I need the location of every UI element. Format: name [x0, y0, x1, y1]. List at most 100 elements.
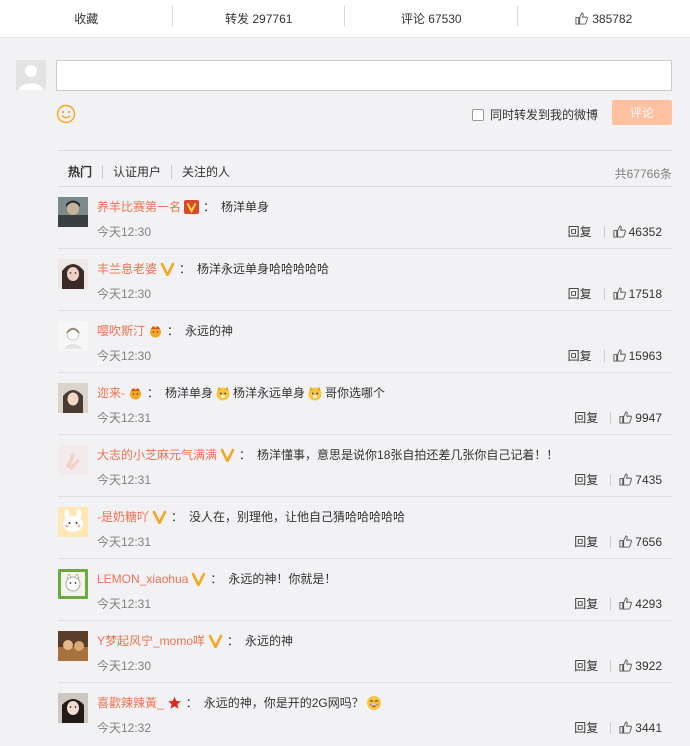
like-count: 9947 [635, 410, 662, 425]
username[interactable]: 养羊比赛第一名 [97, 199, 181, 215]
avatar[interactable] [58, 693, 88, 723]
comment-input[interactable] [56, 60, 672, 91]
comment-like-button[interactable]: 7435 [619, 473, 662, 487]
star-badge-icon [167, 696, 181, 709]
repost-label: 转发 297761 [225, 12, 293, 26]
comment-like-button[interactable]: 15963 [613, 349, 662, 363]
comment-like-button[interactable]: 9947 [619, 411, 662, 425]
thumbs-up-icon [619, 659, 633, 672]
doge-emoji-icon [216, 386, 230, 401]
tab-hot[interactable]: 热门 [68, 165, 102, 179]
comment-text: 杨洋单身 [221, 200, 270, 214]
comment-time: 今天12:30 [97, 225, 152, 239]
reply-button[interactable]: 回复 [574, 533, 598, 550]
comment-text: 杨洋永远单身 [233, 386, 306, 400]
reply-button[interactable]: 回复 [574, 719, 598, 736]
thumbs-up-icon [619, 535, 633, 548]
repost-option-label: 同时转发到我的微博 [490, 108, 599, 122]
comment-total: 共67766条 [614, 167, 672, 181]
comment-item: 养羊比赛第一名 ： 杨洋单身 今天12:30 回复 46352 [58, 187, 672, 249]
username[interactable]: 大志的小芝麻元气满满 [97, 447, 217, 463]
comment-item: -是奶糖吖 ： 没人在，别理他，让他自己猜哈哈哈哈哈 今天12:31 回复 76… [58, 497, 672, 559]
like-count: 7656 [635, 534, 662, 549]
avatar[interactable] [58, 631, 88, 661]
avatar[interactable] [58, 321, 88, 351]
reply-button[interactable]: 回复 [574, 471, 598, 488]
comment-like-button[interactable]: 46352 [613, 225, 662, 239]
reply-button[interactable]: 回复 [574, 657, 598, 674]
tab-verified[interactable]: 认证用户 [102, 165, 171, 179]
verified-v-icon [152, 510, 167, 524]
like-count: 15963 [628, 348, 662, 363]
comment-item: LEMON_xiaohua ： 永远的神！你就是！ 今天12:31 回复 429… [58, 559, 672, 621]
avatar[interactable] [58, 197, 88, 227]
favorite-label: 收藏 [74, 12, 99, 26]
submit-comment-button[interactable]: 评论 [612, 100, 672, 125]
verified-v-icon [160, 262, 175, 276]
reply-button[interactable]: 回复 [568, 223, 592, 240]
comment-item: 喜歡辣辣黃_ ： 永远的神，你是开的2G网吗？ 今天12:32 回复 3441 [58, 683, 672, 745]
username[interactable]: 迩来- [97, 385, 125, 401]
like-button[interactable]: 385782 [518, 0, 690, 37]
reply-button[interactable]: 回复 [574, 409, 598, 426]
thumbs-up-icon [619, 721, 633, 734]
repost-option[interactable]: 同时转发到我的微博 [472, 106, 598, 123]
thumbs-up-icon [613, 349, 626, 362]
comment-like-button[interactable]: 17518 [613, 287, 662, 301]
like-count: 46352 [628, 224, 662, 239]
avatar[interactable] [58, 259, 88, 289]
comment-text: 永远的神，你是开的2G网吗？ [203, 696, 364, 710]
thumbs-up-icon [613, 225, 626, 238]
thumbs-up-icon [619, 411, 633, 424]
comment-item: 丰兰息老婆 ： 杨洋永远单身哈哈哈哈哈 今天12:30 回复 17518 [58, 249, 672, 311]
comment-time: 今天12:30 [97, 659, 152, 673]
comment-text: 哥你选哪个 [325, 386, 386, 400]
verified-v-icon [208, 634, 223, 648]
favorite-button[interactable]: 收藏 [0, 0, 173, 37]
comment-text: 永远的神 [245, 634, 294, 648]
avatar[interactable] [58, 569, 88, 599]
username[interactable]: 嘤吹斯汀 [97, 323, 145, 339]
default-avatar-icon [16, 60, 46, 90]
doge-emoji-icon [308, 386, 322, 401]
comment-like-button[interactable]: 3922 [619, 659, 662, 673]
comment-like-button[interactable]: 3441 [619, 721, 662, 735]
like-count: 17518 [628, 286, 662, 301]
avatar[interactable] [58, 383, 88, 413]
reply-button[interactable]: 回复 [568, 347, 592, 364]
emoji-icon[interactable] [56, 104, 76, 124]
tab-following[interactable]: 关注的人 [171, 165, 240, 179]
comment-time: 今天12:30 [97, 287, 152, 301]
comment-time: 今天12:31 [97, 473, 152, 487]
reply-button[interactable]: 回复 [568, 285, 592, 302]
avatar[interactable] [58, 445, 88, 475]
laughing-emoji-icon [366, 696, 381, 710]
verified-v-icon [192, 572, 206, 586]
like-count: 3922 [635, 658, 662, 673]
comment-time: 今天12:30 [97, 349, 152, 363]
comment-item: 嘤吹斯汀 ： 永远的神 今天12:30 回复 15963 [58, 311, 672, 373]
repost-checkbox[interactable] [472, 108, 484, 121]
comment-text: 没人在，别理他，让他自己猜哈哈哈哈哈 [189, 510, 406, 524]
thumbs-up-icon [619, 473, 633, 486]
comment-time: 今天12:31 [97, 411, 152, 425]
username[interactable]: LEMON_xiaohua [97, 571, 188, 587]
reply-button[interactable]: 回复 [574, 595, 598, 612]
comment-button[interactable]: 评论 67530 [345, 0, 518, 37]
avatar[interactable] [58, 507, 88, 537]
username[interactable]: Y梦起风宁_momo咩 [97, 633, 205, 649]
comment-like-button[interactable]: 7656 [619, 535, 662, 549]
comment-text: 杨洋永远单身哈哈哈哈哈 [197, 262, 330, 276]
username[interactable]: 喜歡辣辣黃_ [97, 695, 164, 711]
my-avatar[interactable] [16, 60, 46, 90]
vip-badge-icon [184, 200, 200, 214]
comment-text: 杨洋懂事，意思是说你18张自拍还差几张你自己记着！！ [257, 448, 559, 462]
comment-like-button[interactable]: 4293 [619, 597, 662, 611]
like-count: 3441 [635, 720, 662, 735]
username[interactable]: 丰兰息老婆 [97, 261, 157, 277]
thumbs-up-icon [619, 597, 633, 610]
username[interactable]: -是奶糖吖 [97, 509, 149, 525]
repost-button[interactable]: 转发 297761 [173, 0, 346, 37]
comment-item: Y梦起风宁_momo咩 ： 永远的神 今天12:30 回复 3922 [58, 621, 672, 683]
comment-time: 今天12:31 [97, 535, 152, 549]
